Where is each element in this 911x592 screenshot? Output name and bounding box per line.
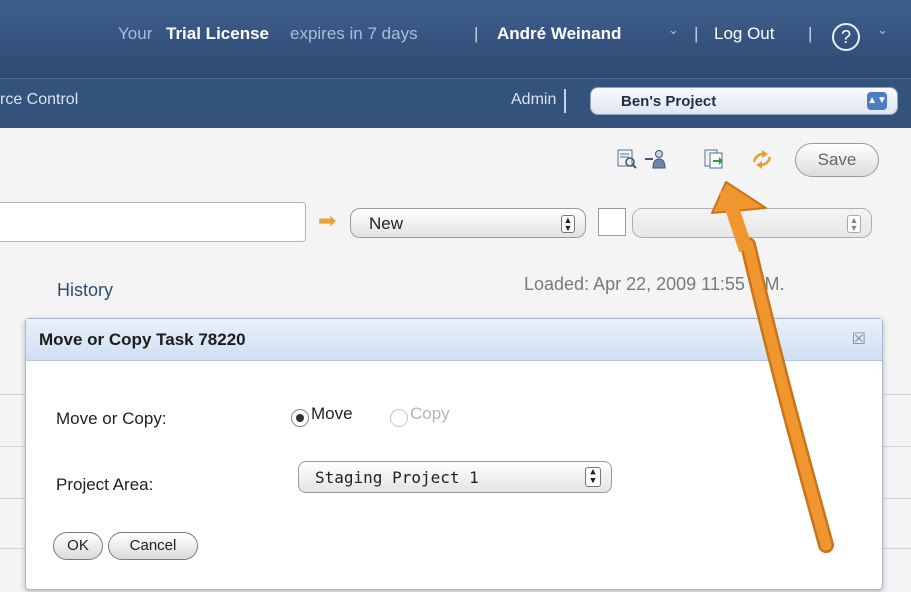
move-copy-label: Move or Copy: [56, 409, 167, 428]
select-arrows-icon: ▲▼ [847, 215, 861, 233]
license-expiry: expires in 7 days [290, 24, 418, 43]
nav-bar: rce Control Admin Ben's Project ▲▼ [0, 78, 911, 128]
project-area-label: Project Area: [56, 475, 154, 494]
select-arrows-icon: ▲▼ [585, 467, 601, 487]
license-prefix: Your [118, 24, 153, 43]
arrow-right-icon: ➡ [318, 208, 337, 233]
action-select[interactable]: ▲ ▼ [632, 208, 872, 238]
nav-link-admin[interactable]: Admin [511, 91, 556, 109]
move-radio[interactable] [291, 409, 309, 427]
copy-radio-label: Copy [410, 404, 450, 423]
refresh-icon[interactable] [750, 148, 772, 170]
state-select-value: New [369, 214, 404, 233]
nav-link-source-control[interactable]: rce Control [0, 91, 78, 109]
move-copy-icon[interactable] [703, 148, 725, 170]
project-area-value: Staging Project 1 [315, 468, 479, 487]
header-separator: | [694, 24, 699, 43]
nav-separator [564, 89, 566, 113]
logout-link[interactable]: Log Out [714, 24, 775, 44]
license-bar: Your Trial License expires in 7 days | A… [0, 0, 911, 78]
dialog-body: Move or Copy: Move Copy Project Area: St… [26, 361, 882, 591]
loaded-timestamp: Loaded: Apr 22, 2009 11:55 P.M. [524, 274, 785, 294]
project-select[interactable]: Ben's Project ▲▼ [590, 87, 898, 115]
header-separator: | [808, 24, 813, 43]
dialog-title: Move or Copy Task 78220 [39, 330, 246, 349]
move-copy-dialog: Move or Copy Task 78220 ☒ Move or Copy: … [25, 318, 883, 590]
save-button[interactable]: Save [795, 143, 879, 177]
user-menu-chevron-icon[interactable]: ⌄ [668, 22, 679, 38]
action-checkbox[interactable] [598, 208, 626, 236]
select-arrows-icon: ▲▼ [561, 215, 575, 233]
tab-history[interactable]: History [57, 280, 113, 301]
ok-button[interactable]: OK [53, 532, 103, 560]
cancel-button[interactable]: Cancel [108, 532, 198, 560]
header-separator: | [474, 24, 479, 43]
top-header: Your Trial License expires in 7 days | A… [0, 0, 911, 80]
close-icon[interactable]: ☒ [852, 329, 866, 349]
copy-radio [390, 409, 408, 427]
find-icon[interactable] [616, 148, 638, 170]
summary-input[interactable] [0, 202, 306, 242]
move-radio-label[interactable]: Move [311, 404, 353, 424]
dialog-header: Move or Copy Task 78220 ☒ [26, 319, 882, 361]
state-select[interactable]: New ▲ ▼ [350, 208, 586, 238]
help-icon[interactable]: ? [832, 23, 860, 51]
assign-user-icon[interactable] [644, 148, 666, 170]
select-arrows-icon: ▲▼ [867, 92, 887, 110]
user-name[interactable]: André Weinand [497, 24, 621, 44]
project-select-value: Ben's Project [621, 93, 717, 110]
help-chevron-icon[interactable]: ⌄ [877, 22, 888, 38]
project-area-select[interactable]: Staging Project 1 ▲ ▼ [298, 461, 612, 493]
license-type: Trial License [166, 24, 269, 43]
